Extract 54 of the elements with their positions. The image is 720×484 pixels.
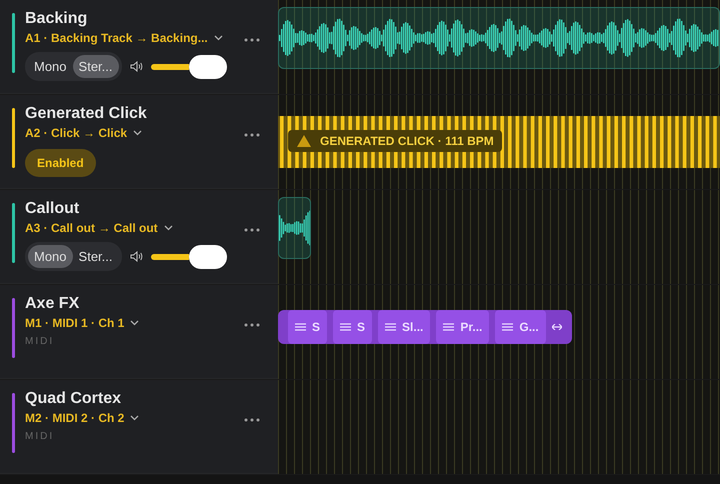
audio-clip[interactable] [278,197,312,259]
track-name: Quad Cortex [25,390,122,408]
midi-event[interactable]: G... [495,310,546,344]
clip-label: GENERATED CLICK · 111 BPM [320,134,494,148]
chevron-icon [130,415,140,421]
volume-slider[interactable] [150,244,226,268]
warning-icon [296,134,312,148]
midi-event[interactable]: Pr... [436,310,490,344]
track-name: Backing [25,10,88,28]
routing-dropdown[interactable]: A1 · Backing Track → Backing... [25,31,223,45]
routing-dropdown[interactable]: M2 · MIDI 2 · Ch 2 [25,411,140,425]
enabled-toggle[interactable]: Enabled [25,149,96,177]
mode-option[interactable]: Ster... [72,55,118,78]
mode-option[interactable]: Mono [28,55,73,78]
routing-dropdown[interactable]: A2 · Click → Click [25,126,142,140]
lines-icon [340,323,352,331]
chevron-icon [214,35,223,41]
more-icon[interactable] [244,38,260,42]
event-label: G... [519,320,539,334]
resize-icon[interactable] [552,324,562,330]
event-label: S [357,320,366,334]
midi-event[interactable]: Sl... [378,310,430,344]
track-name: Callout [25,200,80,218]
routing-dropdown[interactable]: M1 · MIDI 1 · Ch 1 [25,316,140,330]
track-type-label: MIDI [25,336,54,347]
click-clip[interactable]: GENERATED CLICK · 111 BPM [278,116,720,168]
slider-thumb[interactable] [188,54,226,78]
mode-option[interactable]: Mono [28,245,73,268]
track-type-label: MIDI [25,431,54,442]
speaker-icon [130,61,142,72]
more-icon[interactable] [244,133,260,137]
more-icon[interactable] [244,418,260,422]
mode-option[interactable]: Ster... [72,245,118,268]
more-icon[interactable] [244,323,260,327]
track-name: Axe FX [25,295,80,313]
lines-icon [502,323,514,331]
speaker-icon [130,251,142,262]
lines-icon [443,323,454,331]
event-label: Pr... [460,320,482,334]
event-label: S [312,320,320,334]
midi-event[interactable]: S [288,310,328,344]
chevron-icon [130,320,140,326]
routing-dropdown[interactable]: A3 · Call out → Call out [25,221,173,235]
more-icon[interactable] [244,228,260,232]
lines-icon [385,323,396,331]
chevron-icon [164,225,173,231]
chevron-icon [133,130,142,136]
midi-clip-group[interactable]: S S Sl... Pr... G... [278,310,572,344]
midi-event[interactable]: S [333,310,372,344]
slider-thumb[interactable] [188,244,226,268]
volume-slider[interactable] [150,54,226,78]
lines-icon [295,323,306,331]
event-label: Sl... [402,320,424,334]
track-name: Generated Click [25,105,147,123]
